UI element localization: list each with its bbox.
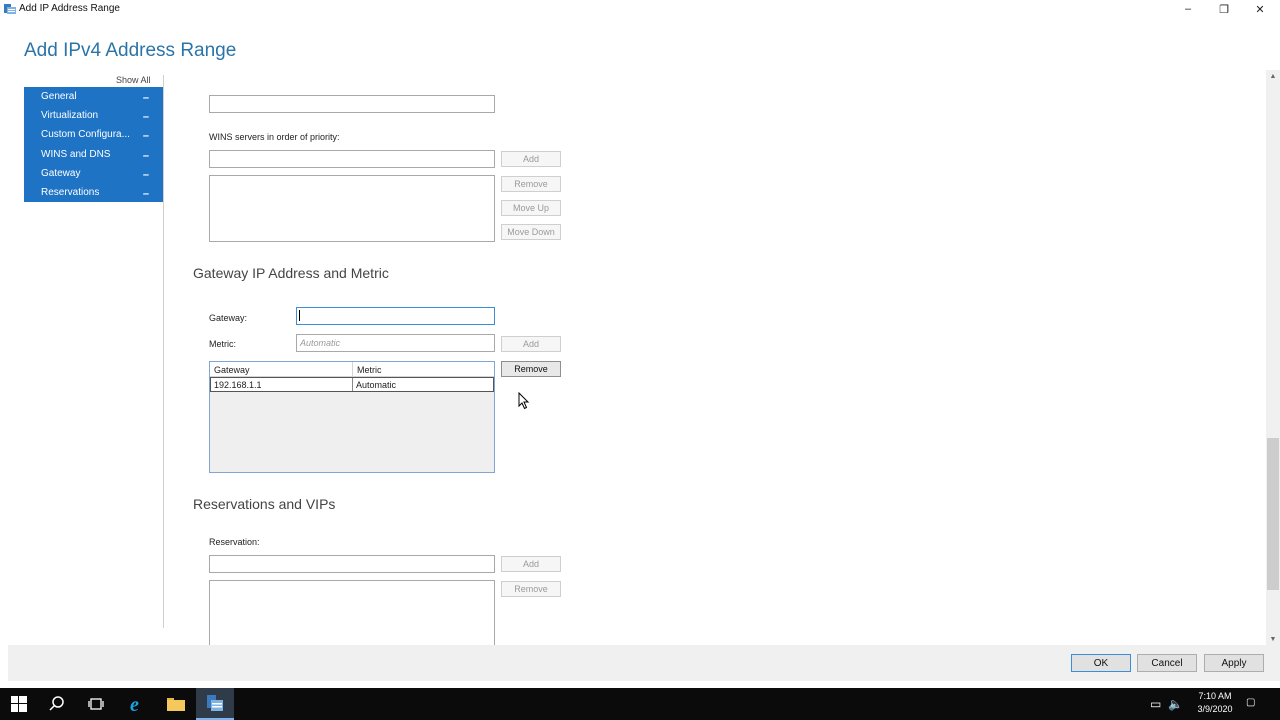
app-icon — [207, 695, 223, 711]
dialog-footer: OK Cancel Apply — [8, 645, 1280, 681]
title-bar: Add IP Address Range – ❐ ✕ — [0, 0, 1280, 20]
reservation-label: Reservation: — [209, 537, 260, 547]
nav-item-general[interactable]: General – — [24, 87, 163, 106]
collapse-icon[interactable]: – — [143, 188, 149, 200]
collapse-icon[interactable]: – — [143, 92, 149, 104]
close-icon: ✕ — [1255, 3, 1265, 16]
svg-text:e: e — [130, 694, 139, 714]
gateway-table[interactable]: Gateway Metric 192.168.1.1 Automatic — [209, 361, 495, 473]
nav-item-label: Reservations — [41, 187, 100, 199]
file-explorer-button[interactable] — [157, 688, 195, 720]
notifications-icon[interactable]: ▢ — [1246, 697, 1255, 708]
dialog-window: Add IP Address Range – ❐ ✕ Add IPv4 Addr… — [0, 0, 1280, 688]
text-caret — [299, 310, 300, 321]
mouse-pointer-icon — [518, 392, 530, 410]
app-icon — [4, 4, 16, 14]
collapse-icon[interactable]: – — [143, 150, 149, 162]
gateway-cell: 192.168.1.1 — [211, 378, 353, 391]
nav-item-label: General — [41, 91, 77, 103]
window-title: Add IP Address Range — [19, 3, 120, 14]
page-title: Add IPv4 Address Range — [24, 40, 237, 61]
volume-icon[interactable]: 🔈 — [1168, 697, 1183, 711]
wins-label: WINS servers in order of priority: — [209, 132, 340, 142]
clock-time: 7:10 AM — [1198, 691, 1232, 701]
wins-server-input[interactable] — [209, 150, 495, 168]
vertical-scrollbar[interactable]: ▲ ▼ — [1266, 70, 1280, 645]
reservation-remove-button[interactable]: Remove — [501, 581, 561, 597]
wins-add-button[interactable]: Add — [501, 151, 561, 167]
nav-item-virtualization[interactable]: Virtualization – — [24, 106, 163, 125]
show-all-link[interactable]: Show All — [116, 75, 151, 85]
wins-move-down-button[interactable]: Move Down — [501, 224, 561, 240]
task-view-button[interactable] — [77, 688, 115, 720]
reservation-add-button[interactable]: Add — [501, 556, 561, 572]
cancel-button[interactable]: Cancel — [1137, 654, 1197, 672]
clock-date: 3/9/2020 — [1197, 704, 1233, 714]
restore-icon: ❐ — [1219, 3, 1229, 16]
windows-logo-icon — [11, 696, 27, 712]
collapse-icon[interactable]: – — [143, 130, 149, 142]
gateway-remove-button[interactable]: Remove — [501, 361, 561, 377]
wins-server-list[interactable] — [209, 175, 495, 242]
reservations-section-heading: Reservations and VIPs — [193, 496, 336, 512]
metric-placeholder: Automatic — [300, 338, 341, 348]
network-icon[interactable]: ▭ — [1150, 697, 1161, 711]
content-pane: WINS servers in order of priority: Add R… — [165, 70, 1265, 645]
task-view-icon — [88, 698, 104, 710]
reservation-input[interactable] — [209, 555, 495, 573]
active-app-button[interactable] — [196, 688, 234, 720]
nav-item-label: Custom Configura... — [41, 129, 130, 141]
table-header: Gateway Metric — [210, 362, 494, 377]
apply-button[interactable]: Apply — [1204, 654, 1264, 672]
gateway-section-heading: Gateway IP Address and Metric — [193, 265, 389, 281]
scroll-up-icon[interactable]: ▲ — [1266, 70, 1280, 82]
minimize-button[interactable]: – — [1170, 0, 1206, 18]
search-icon — [49, 696, 64, 711]
metric-label: Metric: — [209, 339, 236, 349]
nav-item-reservations[interactable]: Reservations – — [24, 183, 163, 202]
nav-item-gateway[interactable]: Gateway – — [24, 164, 163, 183]
table-row[interactable]: 192.168.1.1 Automatic — [210, 377, 494, 392]
nav-item-custom-configuration[interactable]: Custom Configura... – — [24, 125, 163, 144]
gateway-label: Gateway: — [209, 313, 248, 323]
folder-icon — [167, 698, 185, 711]
nav-divider — [163, 75, 164, 628]
taskbar: e ▭ 🔈 7:10 AM 3/9/2020 ▢ — [0, 688, 1280, 720]
search-button[interactable] — [38, 688, 76, 720]
section-nav: General – Virtualization – Custom Configur… — [24, 87, 163, 202]
reservation-list[interactable] — [209, 580, 495, 645]
previous-section-input[interactable] — [209, 95, 495, 113]
internet-explorer-button[interactable]: e — [118, 688, 156, 720]
wins-move-up-button[interactable]: Move Up — [501, 200, 561, 216]
close-button[interactable]: ✕ — [1242, 0, 1278, 18]
nav-item-wins-dns[interactable]: WINS and DNS – — [24, 145, 163, 164]
nav-item-label: Gateway — [41, 167, 81, 179]
clock[interactable]: 7:10 AM 3/9/2020 — [1190, 690, 1240, 716]
scroll-down-icon[interactable]: ▼ — [1266, 633, 1280, 645]
minimize-icon: – — [1184, 3, 1192, 15]
gateway-add-button[interactable]: Add — [501, 336, 561, 352]
nav-item-label: Virtualization — [41, 110, 99, 122]
gateway-input[interactable] — [296, 307, 495, 325]
start-button[interactable] — [0, 688, 38, 720]
metric-cell: Automatic — [356, 380, 397, 390]
collapse-icon[interactable]: – — [143, 169, 149, 181]
column-header-gateway[interactable]: Gateway — [210, 362, 353, 376]
column-header-metric[interactable]: Metric — [353, 362, 494, 376]
collapse-icon[interactable]: – — [143, 111, 149, 123]
wins-remove-button[interactable]: Remove — [501, 176, 561, 192]
scroll-thumb[interactable] — [1267, 438, 1279, 590]
nav-item-label: WINS and DNS — [41, 148, 111, 160]
internet-explorer-icon: e — [130, 694, 139, 714]
restore-button[interactable]: ❐ — [1206, 0, 1242, 18]
metric-input[interactable]: Automatic — [296, 334, 495, 352]
ok-button[interactable]: OK — [1071, 654, 1131, 672]
